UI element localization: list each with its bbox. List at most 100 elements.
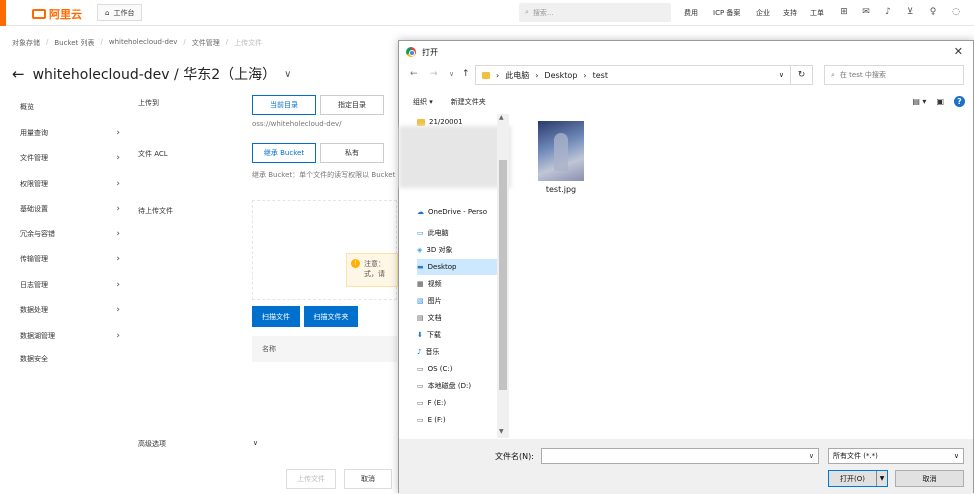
sidebar-item-datalake[interactable]: 数据湖管理 › — [20, 329, 120, 343]
breadcrumb-bucket-list[interactable]: Bucket 列表 — [54, 38, 94, 48]
scan-files-button[interactable]: 扫描文件 — [252, 306, 300, 327]
drive-icon: ▭ — [417, 416, 424, 424]
open-button[interactable]: 打开(O) ▼ — [828, 470, 888, 487]
breadcrumb-bucket[interactable]: whiteholecloud-dev — [109, 38, 178, 48]
current-dir-option[interactable]: 当前目录 — [252, 95, 316, 115]
chevron-down-icon[interactable]: ∨ — [284, 69, 291, 80]
mail-icon[interactable]: ✉ — [860, 6, 872, 18]
back-icon[interactable]: ← — [410, 69, 418, 79]
address-bar[interactable]: › 此电脑 › Desktop › test ∨ — [475, 65, 791, 85]
acl-private-option[interactable]: 私有 — [320, 143, 384, 163]
new-folder-button[interactable]: 新建文件夹 — [451, 97, 486, 107]
sidebar-item-overview[interactable]: 概览 — [20, 100, 120, 114]
scan-folder-button[interactable]: 扫描文件夹 — [304, 306, 358, 327]
tree-item-desktop[interactable]: ▬ Desktop — [417, 259, 501, 275]
notification-icon[interactable]: ♪ — [882, 6, 894, 18]
sidebar-item-processing[interactable]: 数据处理 › — [20, 303, 120, 317]
refresh-icon[interactable]: ↻ — [791, 65, 813, 85]
filename-input[interactable]: ∨ — [541, 448, 819, 464]
tree-label: 21/20001 — [429, 118, 463, 126]
nav-enterprise[interactable]: 企业 — [756, 7, 770, 19]
path-test[interactable]: test — [593, 71, 608, 80]
tree-item-pictures[interactable]: ▧ 图片 — [417, 293, 442, 309]
close-icon[interactable]: ✕ — [954, 45, 963, 58]
scroll-down-icon[interactable]: ▼ — [499, 428, 504, 435]
breadcrumb-oss[interactable]: 对象存储 — [12, 38, 40, 48]
sidebar-item-transfer[interactable]: 传输管理 › — [20, 252, 120, 266]
tree-item-downloads[interactable]: ⬇ 下载 — [417, 327, 441, 343]
search-icon: ⌕ — [831, 70, 835, 79]
cube-icon: ◈ — [417, 246, 423, 254]
sidebar-item-logs[interactable]: 日志管理 › — [20, 278, 120, 292]
sidebar-item-label: 基础设置 — [20, 205, 48, 213]
up-icon[interactable]: ↑ — [462, 69, 470, 79]
tree-item-music[interactable]: ♪ 音乐 — [417, 344, 439, 360]
filetype-value: 所有文件 (*.*) — [833, 452, 878, 460]
user-icon[interactable]: ◌ — [950, 6, 962, 18]
page-title: ← whiteholecloud-dev / 华东2（上海） ∨ — [12, 64, 291, 84]
sidebar-item-usage[interactable]: 用量查询 › — [20, 126, 120, 140]
chevron-down-icon[interactable]: ▼ — [877, 471, 887, 486]
upload-button[interactable]: 上传文件 — [286, 469, 336, 489]
organize-menu[interactable]: 组织 ▾ — [413, 97, 433, 107]
sidebar-item-label: 数据安全 — [20, 355, 48, 363]
tree-item-this-pc[interactable]: ▭ 此电脑 — [417, 225, 449, 241]
preview-pane-icon[interactable]: ▣ — [936, 97, 944, 106]
cart-icon[interactable]: ⊻ — [904, 6, 916, 18]
tree-item-drive-e[interactable]: ▭ F (E:) — [417, 395, 446, 411]
tree-label: Desktop — [427, 263, 457, 271]
desktop-icon: ▬ — [417, 263, 424, 271]
forward-icon[interactable]: → — [430, 69, 438, 79]
image-thumbnail — [538, 121, 584, 181]
scroll-up-icon[interactable]: ▲ — [499, 114, 504, 121]
dialog-titlebar: 打开 — [399, 41, 973, 63]
file-name: test.jpg — [545, 185, 577, 194]
view-mode-icon[interactable]: ▤ ▾ — [912, 97, 926, 106]
sidebar-item-basic[interactable]: 基础设置 › — [20, 202, 120, 216]
dialog-cancel-button[interactable]: 取消 — [895, 470, 964, 487]
filetype-select[interactable]: 所有文件 (*.*) ∨ — [828, 448, 964, 464]
menu-strip[interactable] — [0, 0, 6, 26]
tree-item-3d[interactable]: ◈ 3D 对象 — [417, 242, 452, 258]
tree-item-drive-f[interactable]: ▭ E (F:) — [417, 412, 446, 428]
recent-dropdown-icon[interactable]: ∨ — [449, 70, 454, 78]
cancel-button[interactable]: 取消 — [344, 469, 392, 489]
folder-search-input[interactable]: ⌕ 在 test 中搜索 — [824, 65, 964, 85]
upload-path: oss://whiteholecloud-dev/ — [252, 120, 342, 128]
workbench-button[interactable]: ⌂ 工作台 — [97, 4, 143, 21]
tree-scrollbar[interactable]: ▲ ▼ — [497, 114, 509, 438]
acl-inherit-option[interactable]: 继承 Bucket — [252, 143, 316, 163]
back-arrow-icon[interactable]: ← — [12, 65, 25, 83]
chevron-down-icon[interactable]: ∨ — [779, 71, 784, 79]
file-item[interactable]: test.jpg — [532, 121, 590, 194]
tree-item-documents[interactable]: ▤ 文档 — [417, 310, 442, 326]
specified-dir-option[interactable]: 指定目录 — [320, 95, 384, 115]
sidebar-item-files[interactable]: 文件管理 › — [20, 151, 120, 165]
nav-cost[interactable]: 费用 — [684, 7, 698, 19]
pending-files-label: 待上传文件 — [138, 207, 173, 215]
sidebar-item-permissions[interactable]: 权限管理 › — [20, 177, 120, 191]
advanced-options-toggle[interactable]: 高级选项 ∨ — [138, 439, 258, 449]
nav-ticket[interactable]: 工单 — [810, 7, 824, 19]
breadcrumb-file-mgmt[interactable]: 文件管理 — [192, 38, 220, 48]
sidebar-item-redundancy[interactable]: 冗余与容错 › — [20, 227, 120, 241]
chevron-down-icon[interactable]: ∨ — [809, 452, 814, 460]
nav-support[interactable]: 支持 — [783, 7, 797, 19]
global-search-input[interactable]: ⌕ 搜索... — [519, 3, 671, 22]
sidebar-item-security[interactable]: 数据安全 — [20, 352, 120, 366]
aliyun-logo[interactable]: 阿里云 — [32, 6, 82, 22]
notice-box: ! 注意： 式，请 — [346, 253, 398, 287]
nav-icp[interactable]: ICP 备案 — [713, 7, 740, 19]
tree-label: OS (C:) — [427, 365, 453, 373]
tree-item-drive-c[interactable]: ▭ OS (C:) — [417, 361, 453, 377]
path-this-pc[interactable]: 此电脑 — [505, 70, 529, 81]
drive-icon: ▭ — [417, 365, 424, 373]
help-icon[interactable]: ? — [954, 96, 965, 107]
help-icon[interactable]: ♀ — [927, 6, 939, 18]
bell-icon[interactable]: ⊞ — [838, 6, 850, 18]
tree-item-drive-d[interactable]: ▭ 本地磁盘 (D:) — [417, 378, 471, 394]
tree-item-videos[interactable]: ▦ 视频 — [417, 276, 442, 292]
tree-item-onedrive[interactable]: ☁ OneDrive - Perso — [417, 204, 487, 220]
scrollbar-thumb[interactable] — [499, 160, 507, 390]
path-desktop[interactable]: Desktop — [544, 71, 577, 80]
